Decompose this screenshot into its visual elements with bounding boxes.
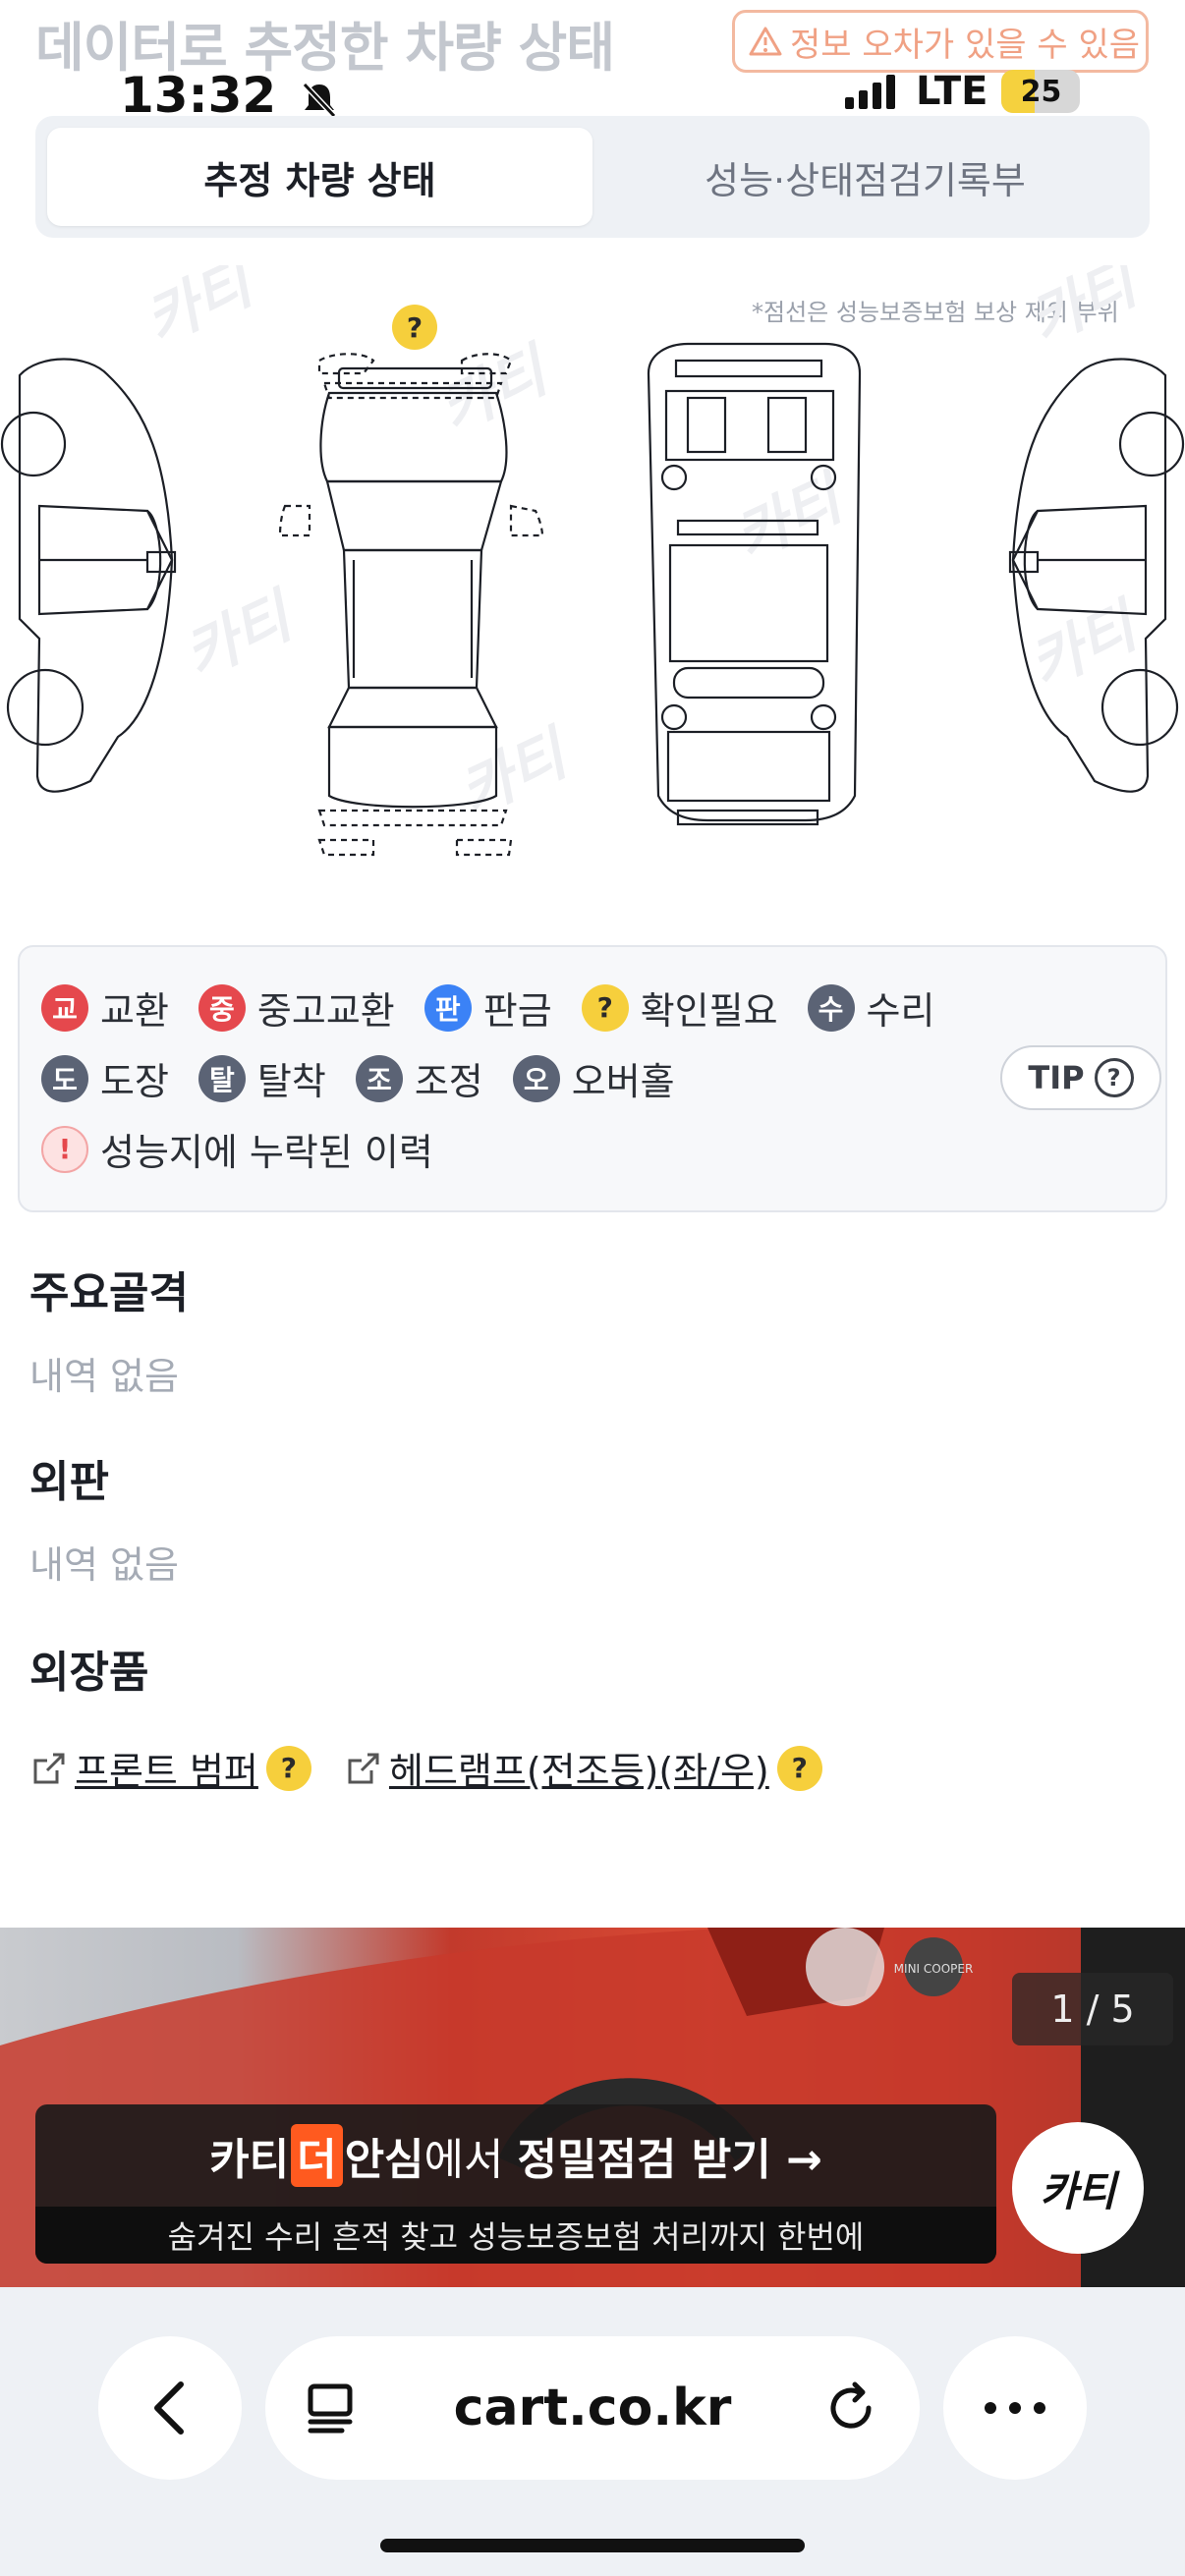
legend-chip: 오 <box>512 1054 560 1102</box>
cta-main-text: 카티 더 안심에서 정밀점검 받기 → <box>35 2124 996 2187</box>
reload-icon[interactable] <box>825 2380 880 2436</box>
more-icon <box>985 2402 1045 2414</box>
section-empty-frame: 내역 없음 <box>29 1355 179 1398</box>
legend-row-2: 도 도장 탈 탈착 조 조정 오 오버홀 <box>41 1051 675 1105</box>
legend-item-sheet-metal: 판 판금 <box>423 980 552 1035</box>
tab-inspection-record[interactable]: 성능·상태점검기록부 <box>592 128 1138 226</box>
svg-text:?: ? <box>407 311 423 344</box>
legend-item-used-replace: 중 중고교환 <box>198 980 395 1035</box>
watermark-brand: 카티 <box>174 581 308 692</box>
section-title-exterior: 외장품 <box>29 1648 149 1698</box>
tip-button[interactable]: TIP ? <box>1000 1045 1161 1110</box>
accuracy-warning-badge: 정보 오차가 있을 수 있음 <box>732 10 1149 73</box>
address-bar[interactable]: cart.co.kr <box>265 2336 920 2480</box>
external-link-icon <box>33 1753 65 1783</box>
arrow-right-icon: → <box>786 2135 822 2185</box>
legend-chip: 중 <box>198 983 246 1032</box>
cta-sub-text: 숨겨진 수리 흔적 찾고 성능보증보험 처리까지 한번에 <box>35 2207 996 2264</box>
external-link-icon <box>348 1753 379 1783</box>
legend-item-missing-history: ! 성능지에 누락된 이력 <box>41 1122 433 1176</box>
check-needed-icon: ? <box>265 1745 311 1791</box>
back-button[interactable] <box>98 2336 242 2480</box>
watermark-brand: 카티 <box>1019 265 1153 358</box>
watermark-brand: 카티 <box>724 463 858 574</box>
help-icon: ? <box>1094 1058 1134 1097</box>
part-link-headlamp[interactable]: 헤드램프(전조등)(좌/우) ? <box>346 1741 822 1795</box>
legend-chip: ? <box>581 983 629 1032</box>
check-needed-marker[interactable]: ? <box>392 305 437 350</box>
legend-item-overhaul: 오 오버홀 <box>512 1051 675 1105</box>
chevron-left-icon <box>154 2381 184 2435</box>
home-indicator <box>380 2539 805 2552</box>
legend-chip: 조 <box>355 1054 403 1102</box>
legend-item-replace: 교 교환 <box>41 980 169 1035</box>
legend-panel: 교 교환 중 중고교환 판 판금 ? 확인필요 수 수리 도 도장 탈 탈착 조 <box>18 945 1167 1212</box>
watermark-brand: 카티 <box>1019 590 1153 701</box>
status-indicators: LTE 25 <box>843 69 1081 114</box>
watermark-layer: 카티 카티 카티 카티 카티 카티 카티 <box>135 265 1153 829</box>
signal-icon <box>845 75 895 109</box>
legend-chip: ! <box>41 1125 88 1173</box>
part-link-front-bumper[interactable]: 프론트 범퍼 ? <box>31 1741 311 1795</box>
section-title-panel: 외판 <box>29 1457 109 1507</box>
legend-chip: 수 <box>807 983 855 1032</box>
legend-item-paint: 도 도장 <box>41 1051 169 1105</box>
watermark-brand: 카티 <box>429 335 563 446</box>
legend-row-3: ! 성능지에 누락된 이력 <box>41 1122 433 1176</box>
section-empty-panel: 내역 없음 <box>29 1543 179 1587</box>
legend-chip: 교 <box>41 983 88 1032</box>
legend-item-detach: 탈 탈착 <box>198 1051 326 1105</box>
reader-icon <box>308 2383 353 2434</box>
legend-item-adjust: 조 조정 <box>355 1051 483 1105</box>
brand-logo-button[interactable]: 카티 <box>1012 2122 1144 2254</box>
banner-counter: 1 / 5 <box>1012 1973 1173 2045</box>
inspection-cta[interactable]: 카티 더 안심에서 정밀점검 받기 → 숨겨진 수리 흔적 찾고 성능보증보험 처리… <box>35 2104 996 2264</box>
watermark-brand: 카티 <box>449 718 583 829</box>
warning-text: 정보 오차가 있을 수 있음 <box>790 25 1141 65</box>
network-label: LTE <box>916 69 988 114</box>
more-button[interactable] <box>943 2336 1087 2480</box>
legend-chip: 탈 <box>198 1054 246 1102</box>
legend-item-check-needed: ? 확인필요 <box>581 980 778 1035</box>
legend-item-repair: 수 수리 <box>807 980 934 1035</box>
car-underside-view <box>647 342 862 826</box>
tab-bar: 추정 차량 상태 성능·상태점검기록부 <box>35 116 1150 238</box>
bell-muted-icon <box>302 82 336 118</box>
car-left-side-view <box>0 358 177 793</box>
tab-estimated-status[interactable]: 추정 차량 상태 <box>47 128 592 226</box>
car-damage-diagram: 카티 카티 카티 카티 카티 카티 카티 ? <box>0 265 1185 857</box>
car-right-side-view <box>1008 358 1185 793</box>
watermark-brand: 카티 <box>135 265 268 358</box>
legend-row-1: 교 교환 중 중고교환 판 판금 ? 확인필요 수 수리 <box>41 980 934 1035</box>
url-text: cart.co.kr <box>453 2379 732 2437</box>
check-needed-icon: ? <box>776 1745 822 1791</box>
mini-badge: MINI COOPER <box>894 1962 974 1976</box>
legend-chip: 판 <box>423 983 472 1032</box>
legend-chip: 도 <box>41 1054 88 1102</box>
warning-icon <box>749 27 782 56</box>
battery-icon: 25 <box>1001 70 1081 113</box>
section-title-frame: 주요골격 <box>29 1268 189 1318</box>
